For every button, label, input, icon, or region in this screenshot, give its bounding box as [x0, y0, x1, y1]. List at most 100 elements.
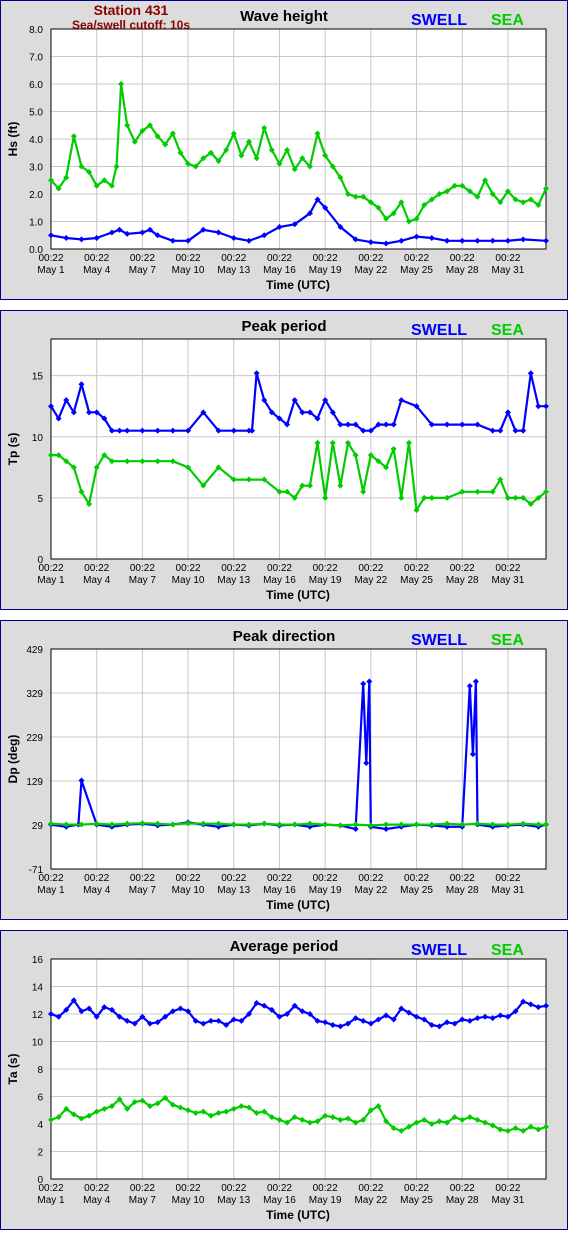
- legend-swell: SWELL: [411, 322, 467, 339]
- x-tick-date: May 7: [129, 265, 157, 276]
- x-tick-time: 00:22: [176, 873, 201, 884]
- x-tick-date: May 28: [446, 265, 479, 276]
- y-tick-label: 6.0: [29, 80, 43, 91]
- x-tick-date: May 4: [83, 265, 111, 276]
- plot-area: [50, 648, 547, 870]
- x-tick-time: 00:22: [358, 873, 383, 884]
- y-axis-label: Ta (s): [6, 1053, 20, 1084]
- cutoff-label: Sea/swell cutoff: 10s: [72, 18, 190, 32]
- x-tick-date: May 1: [37, 265, 65, 276]
- x-tick-date: May 22: [354, 265, 387, 276]
- x-tick-date: May 31: [492, 265, 525, 276]
- x-tick-time: 00:22: [313, 563, 338, 574]
- y-tick-label: 16: [32, 955, 44, 966]
- x-tick-time: 00:22: [176, 1183, 201, 1194]
- x-tick-date: May 16: [263, 1195, 296, 1206]
- y-tick-label: 0: [37, 555, 43, 566]
- x-tick-date: May 13: [217, 1195, 250, 1206]
- peak-period-chart: 00:22May 100:22May 400:22May 700:22May 1…: [6, 318, 549, 602]
- x-tick-date: May 19: [309, 1195, 342, 1206]
- peak-direction-chart: 00:22May 100:22May 400:22May 700:22May 1…: [6, 628, 549, 912]
- x-tick-time: 00:22: [358, 253, 383, 264]
- x-tick-date: May 16: [263, 575, 296, 586]
- x-tick-time: 00:22: [267, 253, 292, 264]
- peak-period-panel: 00:22 May 1 00:22 May 4 00:22 May 7 00:22 May 1…: [0, 310, 568, 610]
- y-tick-label: 5.0: [29, 108, 43, 119]
- x-tick-date: May 16: [263, 265, 296, 276]
- legend-sea: SEA: [491, 942, 524, 959]
- x-tick-time: 00:22: [495, 253, 520, 264]
- x-tick-date: May 28: [446, 575, 479, 586]
- x-tick-date: May 7: [129, 1195, 157, 1206]
- legend-swell: SWELL: [411, 12, 467, 29]
- chart-title: Peak direction: [233, 628, 336, 645]
- x-tick-date: May 19: [309, 265, 342, 276]
- average-period-chart: 00:22May 100:22May 400:22May 700:22May 1…: [6, 938, 549, 1222]
- y-tick-label: 429: [26, 645, 43, 656]
- x-tick-date: May 10: [172, 1195, 205, 1206]
- y-axis-label: Dp (deg): [6, 735, 20, 784]
- x-tick-date: May 19: [309, 885, 342, 896]
- x-tick-time: 00:22: [221, 253, 246, 264]
- y-tick-label: 0.0: [29, 245, 43, 256]
- x-tick-date: May 22: [354, 575, 387, 586]
- chart-title: Wave height: [240, 8, 328, 25]
- x-tick-date: May 1: [37, 1195, 65, 1206]
- y-tick-label: 229: [26, 733, 43, 744]
- y-tick-label: 29: [32, 821, 44, 832]
- x-tick-date: May 4: [83, 885, 111, 896]
- x-tick-time: 00:22: [404, 563, 429, 574]
- x-tick-time: 00:22: [404, 873, 429, 884]
- x-tick-time: 00:22: [84, 563, 109, 574]
- x-tick-time: 00:22: [84, 873, 109, 884]
- x-tick-time: 00:22: [267, 563, 292, 574]
- x-tick-time: 00:22: [267, 873, 292, 884]
- y-tick-label: 8: [37, 1065, 43, 1076]
- x-tick-time: 00:22: [450, 253, 475, 264]
- peak-direction-panel: 00:22 May 1 00:22 May 4 00:22 May 7 00:22 May 1…: [0, 620, 568, 920]
- x-tick-date: May 25: [400, 575, 433, 586]
- y-tick-label: 1.0: [29, 218, 43, 229]
- y-tick-label: 10: [32, 1038, 44, 1049]
- x-tick-time: 00:22: [84, 1183, 109, 1194]
- x-axis-label: Time (UTC): [266, 278, 330, 292]
- x-tick-date: May 28: [446, 1195, 479, 1206]
- x-tick-date: May 25: [400, 265, 433, 276]
- x-tick-time: 00:22: [450, 563, 475, 574]
- x-tick-time: 00:22: [358, 563, 383, 574]
- x-tick-time: 00:22: [450, 873, 475, 884]
- chart-title: Peak period: [241, 318, 326, 335]
- x-tick-date: May 31: [492, 885, 525, 896]
- legend-swell: SWELL: [411, 632, 467, 649]
- x-tick-date: May 4: [83, 1195, 111, 1206]
- x-tick-date: May 10: [172, 885, 205, 896]
- x-tick-time: 00:22: [495, 1183, 520, 1194]
- y-tick-label: 6: [37, 1093, 43, 1104]
- x-tick-time: 00:22: [450, 1183, 475, 1194]
- x-tick-time: 00:22: [313, 1183, 338, 1194]
- x-tick-time: 00:22: [404, 253, 429, 264]
- x-tick-date: May 31: [492, 1195, 525, 1206]
- y-tick-label: 3.0: [29, 163, 43, 174]
- y-axis-label: Tp (s): [6, 433, 20, 466]
- legend-sea: SEA: [491, 632, 524, 649]
- x-tick-date: May 13: [217, 265, 250, 276]
- station-label: Station 431: [94, 2, 169, 18]
- y-tick-label: 5: [37, 494, 43, 505]
- wave-height-chart: 00:22May 100:22May 400:22May 700:22May 1…: [6, 2, 549, 292]
- x-tick-time: 00:22: [358, 1183, 383, 1194]
- chart-title: Average period: [230, 938, 339, 955]
- x-tick-time: 00:22: [176, 253, 201, 264]
- x-tick-date: May 10: [172, 575, 205, 586]
- plot-area: [50, 338, 547, 560]
- y-tick-label: 14: [32, 983, 44, 994]
- x-axis-label: Time (UTC): [266, 588, 330, 602]
- x-tick-time: 00:22: [495, 873, 520, 884]
- x-tick-time: 00:22: [176, 563, 201, 574]
- y-tick-label: 15: [32, 372, 44, 383]
- legend-sea: SEA: [491, 12, 524, 29]
- x-axis-label: Time (UTC): [266, 898, 330, 912]
- x-tick-time: 00:22: [130, 1183, 155, 1194]
- x-tick-time: 00:22: [221, 873, 246, 884]
- x-tick-date: May 28: [446, 885, 479, 896]
